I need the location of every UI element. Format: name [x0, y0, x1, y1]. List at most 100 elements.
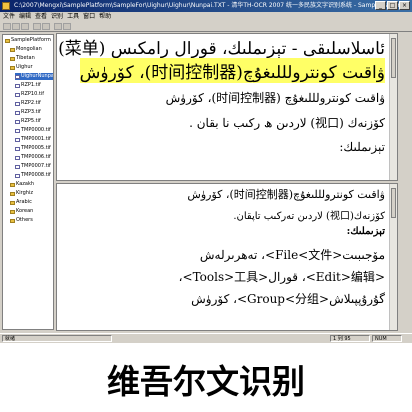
tree-item-label: Kirghiz: [16, 190, 33, 196]
scan-icon[interactable]: [33, 23, 41, 30]
tree-item[interactable]: TMP0007.tif: [15, 163, 51, 170]
tree-item-label: RZP10.tif: [21, 91, 44, 97]
window-controls: _ □ ×: [375, 1, 410, 10]
tree-item-label: RZP3.tif: [21, 109, 41, 115]
zoom-out-icon[interactable]: [63, 23, 71, 30]
folder-icon: [10, 182, 15, 187]
tree-item[interactable]: Korean: [10, 208, 33, 215]
application-window: C:\2007\Mengxi\SamplePlatform\SampleFor\…: [0, 0, 412, 343]
tree-item[interactable]: TMP0000.tif: [15, 127, 51, 134]
image-line: ۋاقىت كونترولللىغۇچ (时间控制器)، كۆرۈش: [165, 91, 385, 105]
tree-item-label: UighurNunpai.tif: [21, 73, 54, 79]
menu-tools[interactable]: 工具: [67, 12, 79, 22]
new-icon[interactable]: [3, 23, 11, 30]
tree-item-label: TMP0008.tif: [21, 172, 51, 178]
tree-item-label: TMP0005.tif: [21, 145, 51, 151]
tree-item-label: Tibetan: [16, 55, 35, 61]
text-line: ۋاقىت كونترولللىغۇچ(时间控制器)، كۆرۈش: [187, 188, 385, 201]
tree-item[interactable]: SamplePlatform: [5, 37, 51, 44]
window-title: C:\2007\Mengxi\SamplePlatform\SampleFor\…: [14, 2, 406, 9]
tree-item-label: TMP0007.tif: [21, 163, 51, 169]
menu-edit[interactable]: 编辑: [19, 12, 31, 22]
image-line-highlighted: ۋاقىت كونترولللىغۇچ(时间控制器)، كۆرۈش: [79, 58, 385, 83]
status-num: NUM: [372, 335, 402, 342]
tree-item[interactable]: Tibetan: [10, 55, 35, 62]
tree-item[interactable]: RZP10.tif: [15, 91, 44, 98]
tree-item[interactable]: TMP0001.tif: [15, 136, 51, 143]
scroll-thumb[interactable]: [391, 38, 396, 78]
caption: 维吾尔文识别: [107, 362, 305, 401]
tree-item[interactable]: UighurNunpai.tif: [15, 73, 54, 80]
file-icon: [15, 83, 20, 88]
text-line: تېزىملىك:: [346, 226, 385, 237]
text-pane[interactable]: ۋاقىت كونترولللىغۇچ(时间控制器)، كۆرۈش كۆزنەك…: [56, 183, 398, 331]
file-tree: SamplePlatform Mongolian Tibetan Uighur Uigh…: [2, 34, 54, 330]
menu-window[interactable]: 窗口: [83, 12, 95, 22]
file-icon: [15, 146, 20, 151]
folder-icon: [5, 38, 10, 43]
menu-recognize[interactable]: 识别: [51, 12, 63, 22]
file-icon: [15, 173, 20, 178]
image-line: ئاسلاسلىقى - تېزىملىك، قورال رامكىس (菜单): [58, 39, 385, 59]
tree-item[interactable]: Mongolian: [10, 46, 42, 53]
menu-file[interactable]: 文件: [3, 12, 15, 22]
status-bar: 就绪 1 列 95 NUM: [0, 333, 412, 343]
recognize-icon[interactable]: [42, 23, 50, 30]
folder-icon: [10, 56, 15, 61]
text-scrollbar[interactable]: [389, 184, 397, 330]
tree-item[interactable]: Kazakh: [10, 181, 34, 188]
tree-item-label: Others: [16, 217, 33, 223]
image-line: كۆزنەك (视口) لاردىن ھ ركىب نا بقان .: [189, 116, 385, 130]
tree-item[interactable]: RZP5.tif: [15, 118, 41, 125]
menu-help[interactable]: 帮助: [99, 12, 111, 22]
maximize-button[interactable]: □: [387, 1, 398, 10]
file-icon: [15, 155, 20, 160]
file-icon: [15, 119, 20, 124]
tree-item[interactable]: Uighur: [10, 64, 33, 71]
tree-item[interactable]: TMP0006.tif: [15, 154, 51, 161]
open-icon[interactable]: [12, 23, 20, 30]
folder-icon: [10, 191, 15, 196]
tree-item[interactable]: RZP1.tif: [15, 82, 41, 89]
image-scrollbar[interactable]: [389, 34, 397, 180]
file-icon: [15, 128, 20, 133]
save-icon[interactable]: [21, 23, 29, 30]
folder-icon: [10, 47, 15, 52]
folder-icon: [10, 209, 15, 214]
file-icon: [15, 137, 20, 142]
title-bar[interactable]: C:\2007\Mengxi\SamplePlatform\SampleFor\…: [0, 0, 412, 12]
toolbar: [0, 22, 412, 32]
tree-item-label: Arabic: [16, 199, 32, 205]
tree-item-label: RZP1.tif: [21, 82, 41, 88]
tree-item-label: RZP5.tif: [21, 118, 41, 124]
tree-item-label: TMP0001.tif: [21, 136, 51, 142]
folder-icon: [10, 218, 15, 223]
image-pane: ئاسلاسلىقى - تېزىملىك، قورال رامكىس (菜单)…: [56, 33, 398, 181]
tree-item[interactable]: TMP0005.tif: [15, 145, 51, 152]
text-line: كۆزنەك(视口) لاردىن تەركىب تاپقان.: [233, 211, 385, 222]
minimize-button[interactable]: _: [375, 1, 386, 10]
tree-item[interactable]: Arabic: [10, 199, 32, 206]
folder-icon: [10, 65, 15, 70]
tree-item[interactable]: TMP0008.tif: [15, 172, 51, 179]
status-message: 就绪: [2, 335, 112, 342]
status-position: 1 列 95: [330, 335, 370, 342]
close-button[interactable]: ×: [399, 1, 410, 10]
file-icon: [15, 92, 20, 97]
text-line: <Edit>编辑>، قورال<Tools>工具>،: [178, 270, 385, 284]
zoom-in-icon[interactable]: [54, 23, 62, 30]
tree-item-label: Korean: [16, 208, 34, 214]
tree-item[interactable]: Others: [10, 217, 33, 224]
tree-item[interactable]: Kirghiz: [10, 190, 33, 197]
tree-item-label: Kazakh: [16, 181, 35, 187]
menu-view[interactable]: 查看: [35, 12, 47, 22]
file-icon: [15, 74, 20, 79]
tree-item[interactable]: RZP2.tif: [15, 100, 41, 107]
tree-item-label: TMP0000.tif: [21, 127, 51, 133]
tree-item-label: RZP2.tif: [21, 100, 41, 106]
tree-item[interactable]: RZP3.tif: [15, 109, 41, 116]
image-line: تېزىملىك:: [339, 140, 385, 154]
scroll-thumb[interactable]: [391, 188, 396, 218]
tree-item-label: SamplePlatform: [11, 37, 51, 43]
file-icon: [15, 110, 20, 115]
